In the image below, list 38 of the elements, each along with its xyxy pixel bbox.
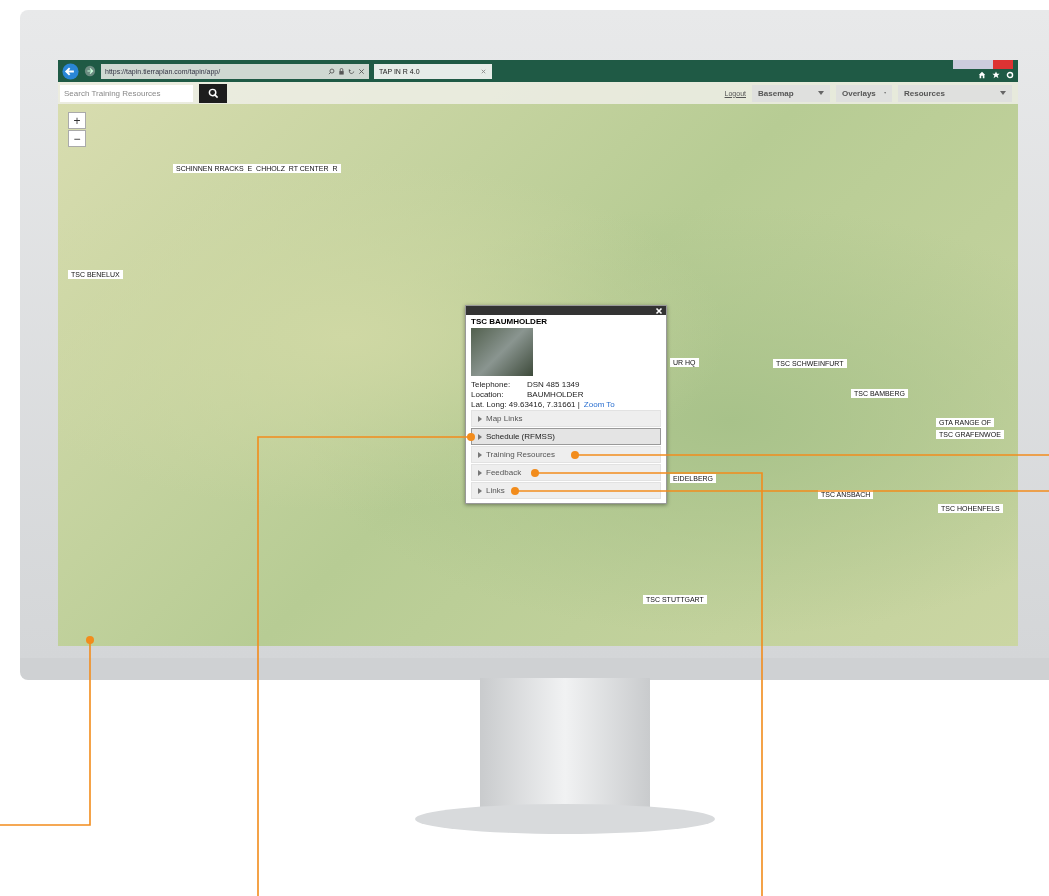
dropdown-button[interactable]: Resources: [898, 84, 1012, 102]
caret-icon: [478, 433, 482, 440]
lock-icon: [338, 67, 345, 75]
search-field[interactable]: Search Training Resources: [60, 84, 193, 102]
back-icon[interactable]: [62, 62, 79, 80]
accordion-section[interactable]: Feedback: [471, 464, 661, 481]
photo-placeholder: [471, 328, 533, 376]
caret-icon: [883, 91, 886, 95]
coordinates-text: Lat. Long: 49.63416, 7.31661 |: [471, 400, 580, 409]
caret-icon: [478, 469, 482, 476]
caret-icon: [818, 91, 824, 95]
star-icon[interactable]: [992, 71, 1000, 79]
field-label: Location:: [471, 390, 505, 399]
field-value: BAUMHOLDER: [527, 390, 584, 399]
forward-icon[interactable]: [84, 65, 96, 77]
settings-icon[interactable]: [1006, 71, 1014, 79]
close-icon[interactable]: [358, 67, 365, 75]
field-value: DSN 485 1349: [527, 380, 580, 389]
accordion-section[interactable]: Schedule (RFMSS): [471, 428, 661, 445]
zoom-to-link[interactable]: Zoom To: [583, 400, 615, 409]
dropdown-button[interactable]: Overlays: [836, 84, 892, 102]
accordion-section[interactable]: Links: [471, 482, 661, 499]
home-icon[interactable]: [978, 71, 986, 79]
accordion-section[interactable]: Training Resources: [471, 446, 661, 463]
caret-icon: [478, 415, 482, 422]
dropdown-button[interactable]: Basemap: [752, 84, 830, 102]
search-icon: [207, 87, 219, 99]
popup-title: TSC BAUMHOLDER: [471, 317, 548, 326]
search-button[interactable]: [199, 83, 227, 103]
refresh-icon[interactable]: [348, 67, 355, 75]
search-icon[interactable]: [328, 67, 335, 75]
zoom-button[interactable]: +: [68, 112, 86, 129]
caret-icon: [478, 487, 482, 494]
caret-icon: [1000, 91, 1006, 95]
caret-icon: [478, 451, 482, 458]
accordion-section[interactable]: Map Links: [471, 410, 661, 427]
field-label: Telephone:: [471, 380, 512, 389]
zoom-button[interactable]: −: [68, 130, 86, 147]
